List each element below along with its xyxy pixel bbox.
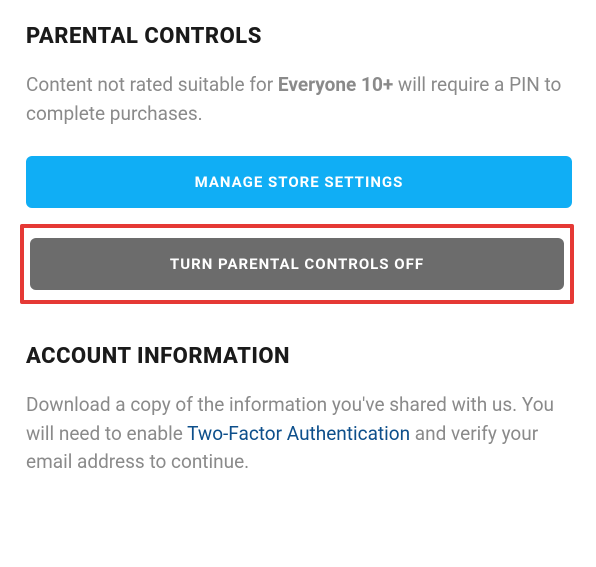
parental-controls-title: PARENTAL CONTROLS: [26, 24, 572, 49]
highlighted-callout: TURN PARENTAL CONTROLS OFF: [20, 224, 574, 304]
manage-store-settings-button[interactable]: MANAGE STORE SETTINGS: [26, 156, 572, 208]
account-information-section: ACCOUNT INFORMATION Download a copy of t…: [26, 344, 572, 477]
parental-desc-rating: Everyone 10+: [278, 73, 393, 96]
two-factor-authentication-link[interactable]: Two-Factor Authentication: [187, 422, 410, 445]
parental-controls-description: Content not rated suitable for Everyone …: [26, 71, 572, 128]
account-information-description: Download a copy of the information you'v…: [26, 391, 572, 477]
parental-controls-section: PARENTAL CONTROLS Content not rated suit…: [26, 24, 572, 304]
parental-desc-pre: Content not rated suitable for: [26, 73, 278, 96]
account-information-title: ACCOUNT INFORMATION: [26, 344, 572, 369]
turn-parental-controls-off-button[interactable]: TURN PARENTAL CONTROLS OFF: [30, 238, 564, 290]
